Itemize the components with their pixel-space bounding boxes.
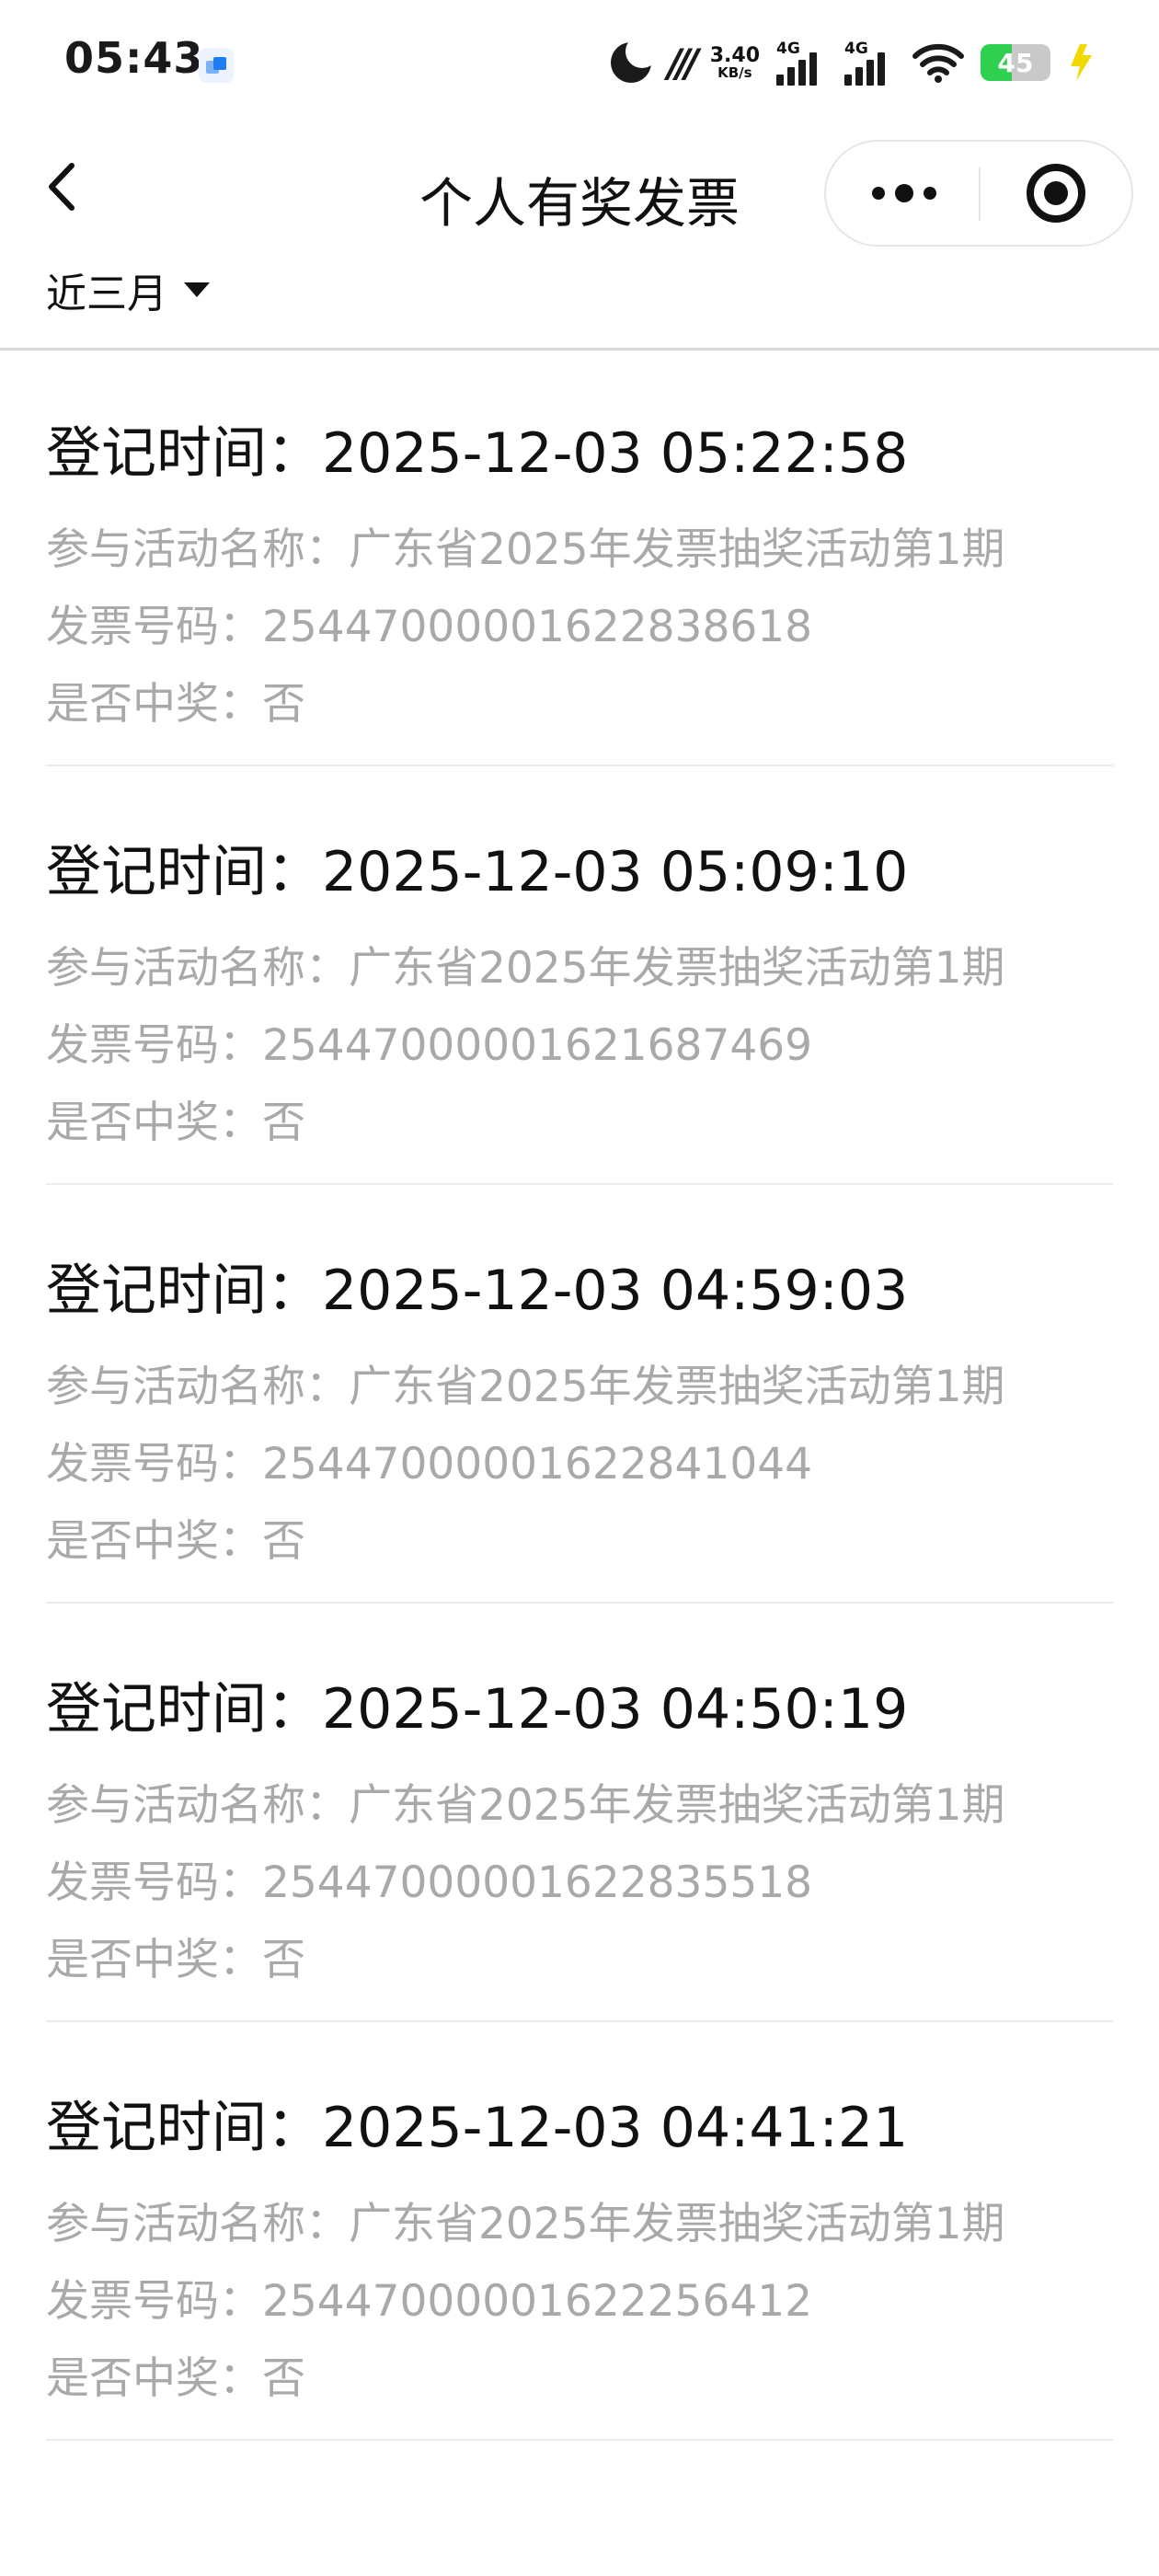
invoice-list-content: 登记时间： 参与活动名称： 发票号码： 是否中奖：否 登记时间：2025-12-…	[0, 351, 1159, 2441]
mm-logo-icon: ///	[667, 40, 699, 86]
mini-program-capsule	[824, 140, 1133, 247]
record-invoice-number: 发票号码：25447000001622835518	[46, 1857, 813, 1908]
record-invoice-number: 发票号码：25447000001622838618	[46, 602, 813, 652]
record-won-status: 是否中奖：否	[46, 679, 305, 730]
record-won-status: 是否中奖：否	[46, 2353, 305, 2404]
nav-bar: 个人有奖发票	[0, 129, 1159, 258]
record-time: 登记时间：2025-12-03 04:50:19	[46, 1677, 909, 1742]
signal-icon: 4G	[844, 40, 896, 86]
invoice-list[interactable]: 登记时间： 参与活动名称： 发票号码： 是否中奖：否 登记时间：2025-12-…	[0, 351, 1159, 2576]
moon-icon	[610, 35, 659, 83]
record-won-status: 是否中奖：否	[46, 1098, 305, 1148]
more-dots-icon	[872, 184, 936, 202]
network-speed: 3.40 KB/s	[709, 43, 760, 81]
record-activity: 参与活动名称：广东省2025年发票抽奖活动第1期	[46, 524, 1005, 575]
signal-icon: 4G	[776, 40, 828, 86]
caret-down-icon	[184, 282, 210, 297]
record-divider	[46, 2439, 1113, 2441]
record-activity: 参与活动名称：广东省2025年发票抽奖活动第1期	[46, 1362, 1005, 1412]
invoice-record[interactable]: 登记时间：2025-12-03 04:59:03 参与活动名称：广东省2025年…	[0, 1185, 1159, 1604]
invoice-record[interactable]: 登记时间：2025-12-03 05:22:58 参与活动名称：广东省2025年…	[0, 351, 1159, 766]
battery-icon: 45	[981, 44, 1050, 81]
battery-percent: 45	[997, 48, 1034, 78]
record-invoice-number: 发票号码：25447000001622256412	[46, 2276, 813, 2327]
record-time: 登记时间：2025-12-03 05:22:58	[46, 421, 909, 486]
status-bar: 05:43 /// 3.40 KB/s 4G 4G 45	[0, 0, 1159, 129]
network-speed-unit: KB/s	[717, 63, 752, 81]
signal-label: 4G	[776, 40, 800, 58]
filter-label: 近三月	[46, 270, 167, 317]
status-time: 05:43	[64, 33, 204, 83]
record-activity: 参与活动名称：广东省2025年发票抽奖活动第1期	[46, 2199, 1005, 2249]
target-close-icon	[1027, 164, 1085, 223]
invoice-record[interactable]: 登记时间：2025-12-03 05:09:10 参与活动名称：广东省2025年…	[0, 766, 1159, 1185]
close-button[interactable]	[981, 142, 1135, 245]
more-button[interactable]	[826, 142, 981, 245]
app-notification-icon	[199, 48, 234, 83]
wifi-icon	[912, 43, 964, 83]
invoice-record[interactable]: 登记时间：2025-12-03 04:41:21 参与活动名称：广东省2025年…	[0, 2022, 1159, 2441]
record-activity: 参与活动名称：广东省2025年发票抽奖活动第1期	[46, 943, 1005, 994]
record-invoice-number: 发票号码：25447000001621687469	[46, 1020, 813, 1071]
record-time: 登记时间：2025-12-03 05:09:10	[46, 840, 909, 904]
record-time: 登记时间：2025-12-03 04:59:03	[46, 1259, 909, 1323]
record-won-status: 是否中奖：否	[46, 1516, 305, 1567]
record-won-status: 是否中奖：否	[46, 1935, 305, 1985]
network-speed-value: 3.40	[709, 43, 760, 67]
status-icons: /// 3.40 KB/s 4G 4G 45	[610, 35, 1095, 90]
charging-bolt-icon	[1071, 44, 1092, 81]
record-activity: 参与活动名称：广东省2025年发票抽奖活动第1期	[46, 1780, 1005, 1831]
invoice-record[interactable]: 登记时间：2025-12-03 04:50:19 参与活动名称：广东省2025年…	[0, 1604, 1159, 2022]
record-invoice-number: 发票号码：25447000001622841044	[46, 1439, 813, 1489]
date-range-filter[interactable]: 近三月	[46, 262, 210, 317]
record-time: 登记时间：2025-12-03 04:41:21	[46, 2096, 909, 2160]
signal-label: 4G	[844, 40, 868, 58]
